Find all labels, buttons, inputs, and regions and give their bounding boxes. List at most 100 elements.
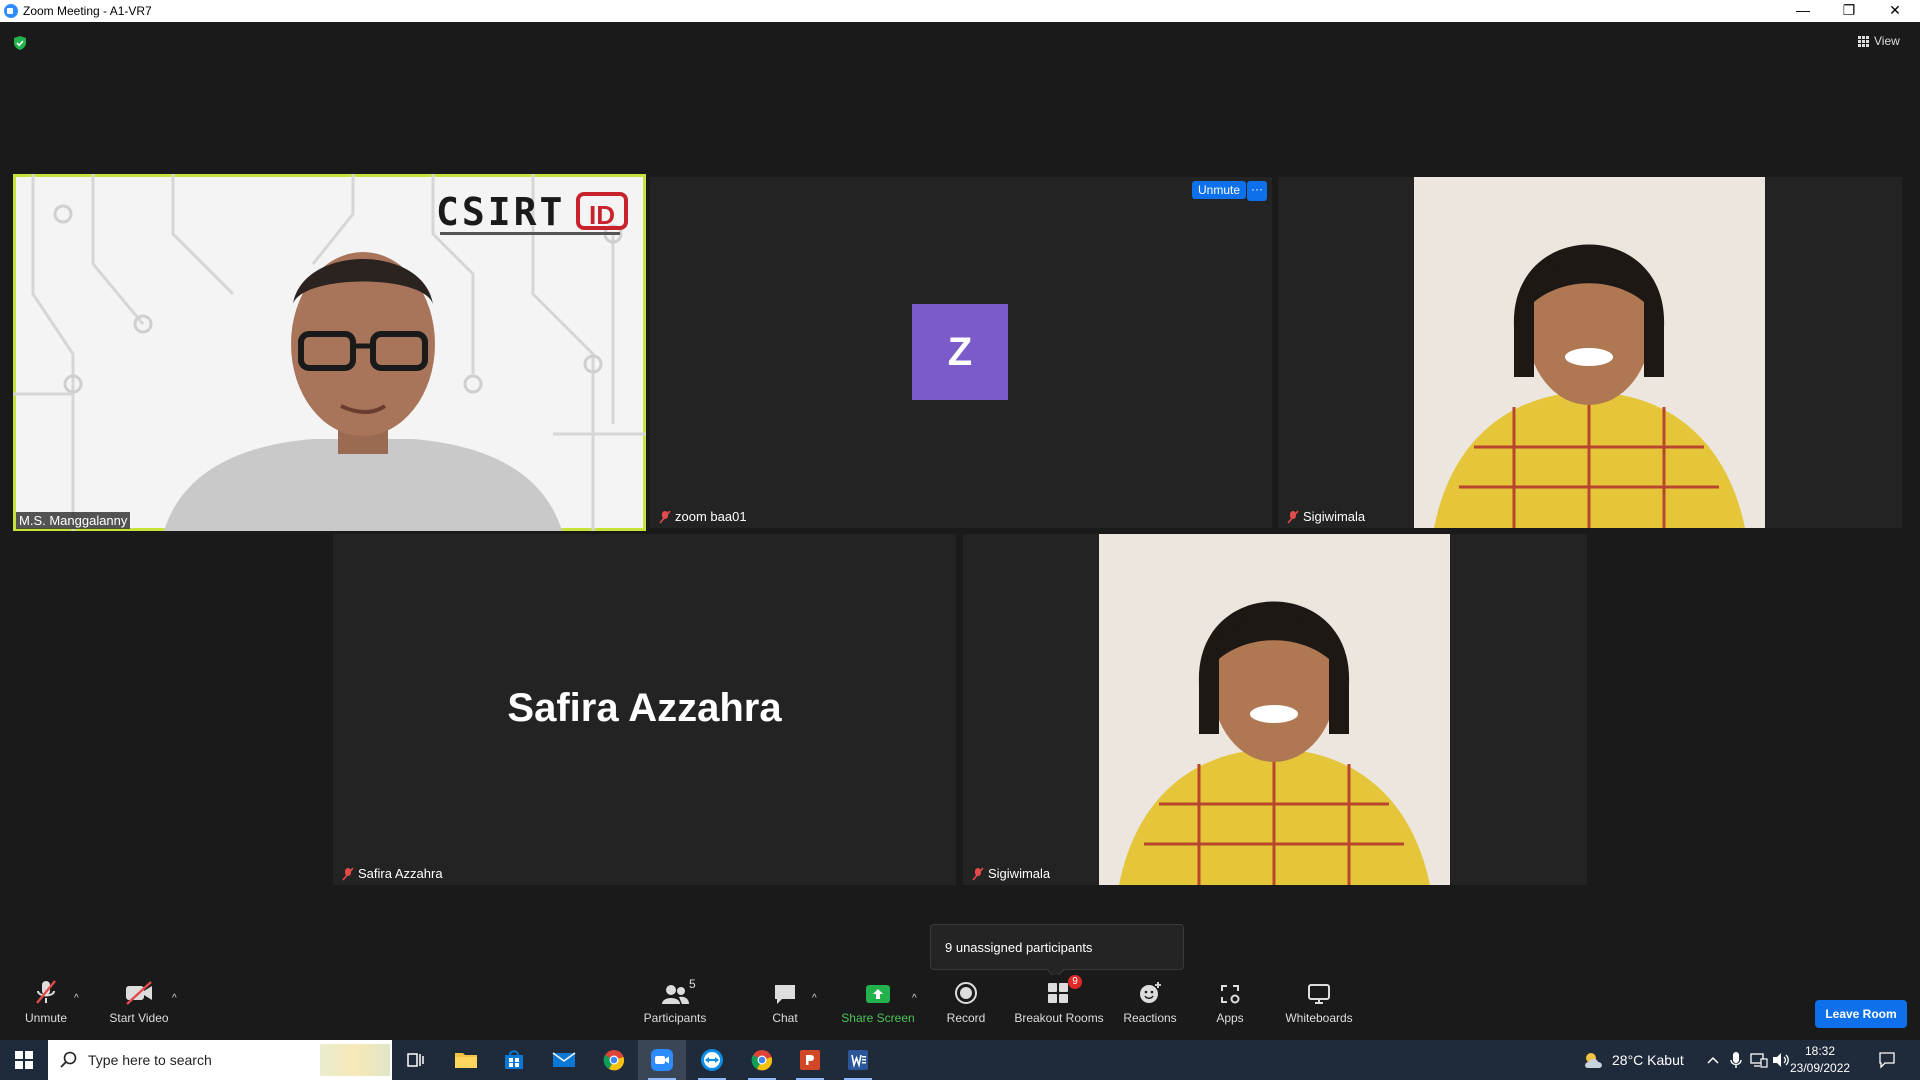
store-icon xyxy=(505,1050,523,1069)
close-button[interactable]: ✕ xyxy=(1872,0,1918,22)
audio-options-caret[interactable]: ^ xyxy=(74,993,79,1004)
encryption-shield-icon[interactable] xyxy=(12,35,28,51)
weather-widget[interactable]: 28°C Kabut xyxy=(1582,1040,1684,1080)
speaker-icon xyxy=(1773,1053,1789,1067)
participant-video-person xyxy=(164,252,562,531)
notification-icon xyxy=(1879,1052,1895,1069)
mic-muted-icon xyxy=(1287,509,1299,524)
participant-name-label: zoom baa01 xyxy=(656,508,750,525)
participant-photo xyxy=(1414,177,1765,528)
video-tile-sigiwimala[interactable]: Sigiwimala xyxy=(1278,177,1902,528)
participant-name-label: Sigiwimala xyxy=(969,865,1053,882)
clock-time: 18:32 xyxy=(1804,1044,1836,1058)
record-icon xyxy=(955,982,977,1004)
video-tile-zoom-baa01[interactable]: Z Unmute ··· zoom baa01 xyxy=(650,177,1272,528)
zoom-icon xyxy=(651,1049,673,1071)
start-video-button[interactable]: Start Video xyxy=(104,975,174,1039)
search-highlight-art xyxy=(320,1044,390,1076)
meeting-toolbar: Unmute ^ Start Video ^ 5 Participants Ch… xyxy=(0,975,1920,1039)
task-view-button[interactable] xyxy=(392,1040,440,1080)
file-explorer-button[interactable] xyxy=(442,1040,490,1080)
powerpoint-icon xyxy=(800,1050,820,1070)
mic-muted-icon xyxy=(972,866,984,881)
mail-icon xyxy=(552,1052,576,1067)
search-icon xyxy=(60,1051,77,1068)
video-tile-safira-azzahra[interactable]: Safira Azzahra Safira Azzahra xyxy=(333,534,956,885)
word-icon xyxy=(848,1050,868,1070)
taskbar-clock[interactable]: 18:32 23/09/2022 xyxy=(1790,1043,1850,1077)
network-tray-icon[interactable] xyxy=(1750,1040,1768,1080)
participant-name-label: M.S. Manggalanny xyxy=(16,512,131,529)
chrome-profile-button[interactable] xyxy=(738,1040,786,1080)
grid-icon xyxy=(1858,35,1869,47)
windows-taskbar: Type here to search 28°C Kabut 18:32 23/… xyxy=(0,1040,1920,1080)
record-button[interactable]: Record xyxy=(940,975,992,1039)
chrome-icon xyxy=(603,1050,625,1071)
unmute-button[interactable]: Unmute xyxy=(16,975,76,1039)
zoom-taskbar-button[interactable] xyxy=(638,1040,686,1080)
windows-logo-icon xyxy=(15,1051,33,1069)
powerpoint-button[interactable] xyxy=(786,1040,834,1080)
taskbar-search-box[interactable]: Type here to search xyxy=(48,1040,392,1080)
chat-icon xyxy=(775,985,795,1004)
whiteboard-icon xyxy=(1308,984,1330,1004)
participant-display-name: Safira Azzahra xyxy=(507,686,782,730)
participant-name-label: Sigiwimala xyxy=(1284,508,1368,525)
mic-muted-icon xyxy=(36,980,56,1004)
whiteboards-button[interactable]: Whiteboards xyxy=(1280,975,1358,1039)
reactions-button[interactable]: Reactions xyxy=(1120,975,1180,1039)
mic-muted-icon xyxy=(342,866,354,881)
participants-icon xyxy=(662,985,689,1004)
window-title: Zoom Meeting - A1-VR7 xyxy=(23,4,152,18)
view-button[interactable]: View xyxy=(1858,34,1900,48)
leave-room-button[interactable]: Leave Room xyxy=(1815,1000,1907,1028)
microphone-tray-icon[interactable] xyxy=(1730,1040,1742,1080)
weather-cloud-icon xyxy=(1585,1053,1602,1068)
task-view-icon xyxy=(407,1053,424,1067)
teamviewer-icon xyxy=(701,1049,723,1071)
video-tile-sigiwimala-2[interactable]: Sigiwimala xyxy=(963,534,1587,885)
apps-button[interactable]: Apps xyxy=(1205,975,1255,1039)
chevron-up-icon xyxy=(1707,1056,1719,1064)
participants-count: 5 xyxy=(689,977,696,991)
ask-unmute-button[interactable]: Unmute xyxy=(1192,181,1247,199)
more-options-button[interactable]: ··· xyxy=(1247,181,1267,201)
share-screen-button[interactable]: Share Screen xyxy=(838,975,918,1039)
avatar: Z xyxy=(912,304,1008,400)
unassigned-participants-tooltip: 9 unassigned participants xyxy=(930,924,1184,970)
word-button[interactable] xyxy=(834,1040,882,1080)
network-icon xyxy=(1750,1053,1768,1068)
view-label: View xyxy=(1874,34,1900,48)
start-button[interactable] xyxy=(0,1040,48,1080)
participant-name-label: Safira Azzahra xyxy=(339,865,446,882)
participants-button[interactable]: 5 Participants xyxy=(640,975,710,1039)
video-tile-speaker[interactable]: CSIRT ID M.S. Manggalanny xyxy=(13,174,646,531)
minimize-button[interactable]: — xyxy=(1780,0,1826,22)
breakout-rooms-badge: 9 xyxy=(1068,975,1082,989)
notifications-button[interactable] xyxy=(1878,1040,1896,1080)
share-options-caret[interactable]: ^ xyxy=(912,993,917,1004)
video-options-caret[interactable]: ^ xyxy=(172,993,177,1004)
chrome-icon xyxy=(751,1050,773,1071)
breakout-rooms-button[interactable]: 9 Breakout Rooms xyxy=(1010,975,1108,1039)
folder-icon xyxy=(455,1053,477,1068)
video-off-icon xyxy=(126,981,152,1005)
participant-photo xyxy=(1099,534,1450,885)
volume-tray-icon[interactable] xyxy=(1772,1040,1790,1080)
share-screen-icon xyxy=(866,985,890,1003)
chat-options-caret[interactable]: ^ xyxy=(812,993,817,1004)
teamviewer-button[interactable] xyxy=(688,1040,736,1080)
store-button[interactable] xyxy=(490,1040,538,1080)
microphone-icon xyxy=(1730,1052,1742,1068)
clock-date: 23/09/2022 xyxy=(1790,1061,1851,1075)
chrome-button[interactable] xyxy=(590,1040,638,1080)
show-hidden-icons-button[interactable] xyxy=(1706,1040,1720,1080)
chat-button[interactable]: Chat xyxy=(760,975,810,1039)
zoom-app-icon xyxy=(4,4,18,18)
csirt-logo: CSIRT ID xyxy=(436,190,628,240)
restore-button[interactable]: ❐ xyxy=(1826,0,1872,22)
mail-button[interactable] xyxy=(540,1040,588,1080)
reactions-icon xyxy=(1140,982,1161,1003)
mic-muted-icon xyxy=(659,509,671,524)
window-titlebar: Zoom Meeting - A1-VR7 — ❐ ✕ xyxy=(0,0,1920,22)
